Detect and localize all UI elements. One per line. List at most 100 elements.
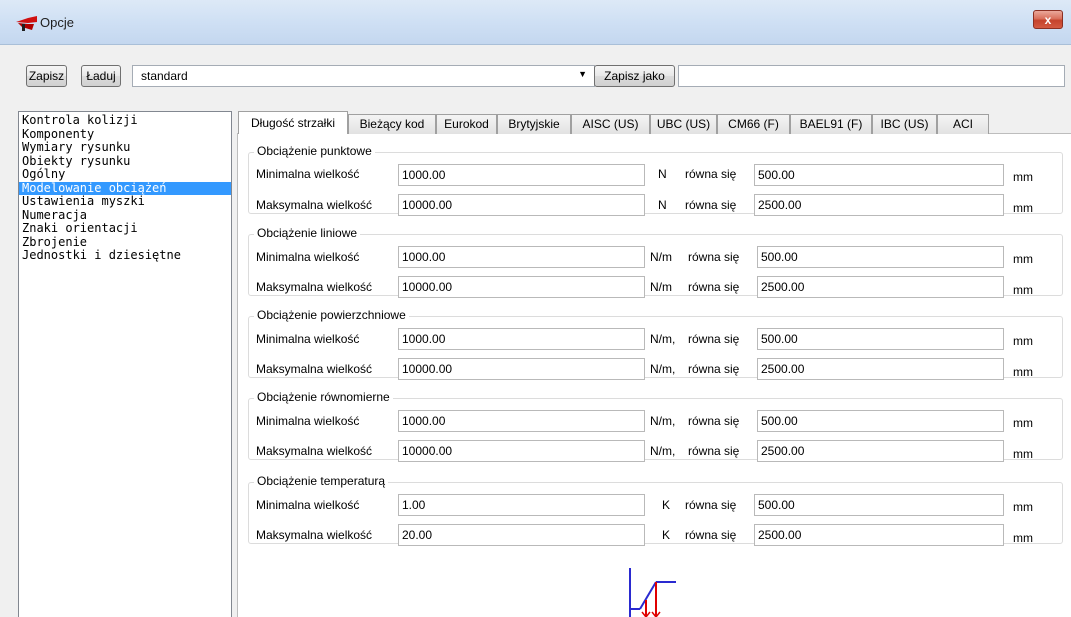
tab-aisc[interactable]: AISC (US) [571,114,650,134]
max-label: Maksymalna wielkość [256,280,373,294]
preset-select[interactable]: standard ▼ [132,65,595,87]
category-item-numbering[interactable]: Numeracja [19,208,231,223]
unit-label: N/m, [650,414,676,428]
tab-bael91[interactable]: BAEL91 (F) [790,114,872,134]
min-value-field[interactable]: 1000.00 [398,164,645,186]
group-title: Obciążenie punktowe [254,144,375,158]
close-icon: x [1044,13,1052,27]
group-title: Obciążenie równomierne [254,390,393,404]
mm-label: mm [1013,252,1033,266]
window-title: Opcje [40,15,74,30]
max-length-field[interactable]: 2500.00 [757,358,1004,380]
equals-label: równa się [688,444,740,458]
mm-label: mm [1013,283,1033,297]
unit-label: N/m, [650,362,676,376]
category-item-collision-control[interactable]: Kontrola kolizji [19,113,231,128]
min-length-field[interactable]: 500.00 [754,164,1004,186]
min-label: Minimalna wielkość [256,250,360,264]
chevron-down-icon: ▼ [578,69,587,79]
min-label: Minimalna wielkość [256,414,360,428]
category-item-load-modeling[interactable]: Modelowanie obciążeń [19,181,231,195]
category-item-units-decimals[interactable]: Jednostki i dziesiętne [19,248,231,263]
max-label: Maksymalna wielkość [256,198,373,212]
equals-label: równa się [688,332,740,346]
unit-label: K [662,498,671,512]
group-title: Obciążenie powierzchniowe [254,308,409,322]
equals-label: równa się [688,414,740,428]
unit-label: N [658,198,667,212]
max-length-field[interactable]: 2500.00 [757,440,1004,462]
max-length-field[interactable]: 2500.00 [754,524,1004,546]
save-button[interactable]: Zapisz [26,65,67,87]
max-value-field[interactable]: 10000.00 [398,194,645,216]
options-window: Opcje x Zapisz Ładuj standard ▼ Zapisz j… [0,0,1071,617]
min-length-field[interactable]: 500.00 [754,494,1004,516]
preset-select-value: standard [141,69,188,83]
group-title: Obciążenie liniowe [254,226,361,240]
tab-current-code[interactable]: Bieżący kod [348,114,436,134]
category-item-mouse-settings[interactable]: Ustawienia myszki [19,194,231,209]
equals-label: równa się [685,198,737,212]
max-value-field[interactable]: 10000.00 [398,276,645,298]
equals-label: równa się [685,498,737,512]
max-length-field[interactable]: 2500.00 [754,194,1004,216]
min-label: Minimalna wielkość [256,167,360,181]
category-item-components[interactable]: Komponenty [19,127,231,142]
min-label: Minimalna wielkość [256,498,360,512]
load-button[interactable]: Ładuj [81,65,121,87]
min-label: Minimalna wielkość [256,332,360,346]
tab-british[interactable]: Brytyjskie [497,114,571,134]
max-label: Maksymalna wielkość [256,528,373,542]
equals-label: równa się [688,250,740,264]
max-label: Maksymalna wielkość [256,362,373,376]
mm-label: mm [1013,365,1033,379]
close-button[interactable]: x [1033,10,1063,29]
equals-label: równa się [685,167,737,181]
toolbar: Zapisz Ładuj standard ▼ Zapisz jako [8,52,1068,102]
unit-label: N/m [650,280,672,294]
equals-label: równa się [688,280,740,294]
category-item-drawing-dimensions[interactable]: Wymiary rysunku [19,140,231,155]
mm-label: mm [1013,531,1033,545]
unit-label: N/m, [650,444,676,458]
min-length-field[interactable]: 500.00 [757,410,1004,432]
max-length-field[interactable]: 2500.00 [757,276,1004,298]
max-value-field[interactable]: 10000.00 [398,358,645,380]
save-as-name-input[interactable] [678,65,1065,87]
unit-label: N [658,167,667,181]
min-value-field[interactable]: 1.00 [398,494,645,516]
mm-label: mm [1013,500,1033,514]
title-bar[interactable]: Opcje x [0,0,1071,45]
mm-label: mm [1013,201,1033,215]
mm-label: mm [1013,334,1033,348]
min-value-field[interactable]: 1000.00 [398,328,645,350]
max-label: Maksymalna wielkość [256,444,373,458]
max-value-field[interactable]: 20.00 [398,524,645,546]
category-item-drawing-objects[interactable]: Obiekty rysunku [19,154,231,169]
tab-cm66[interactable]: CM66 (F) [717,114,790,134]
unit-label: N/m [650,250,672,264]
mm-label: mm [1013,447,1033,461]
tab-aci[interactable]: ACI [937,114,989,134]
equals-label: równa się [685,528,737,542]
mm-label: mm [1013,416,1033,430]
equals-label: równa się [688,362,740,376]
max-value-field[interactable]: 10000.00 [398,440,645,462]
unit-label: N/m, [650,332,676,346]
tab-ubc[interactable]: UBC (US) [650,114,717,134]
min-value-field[interactable]: 1000.00 [398,246,645,268]
group-title: Obciążenie temperaturą [254,474,389,488]
tab-arrow-length[interactable]: Długość strzałki [238,111,348,134]
category-item-orientation-marks[interactable]: Znaki orientacji [19,221,231,236]
min-value-field[interactable]: 1000.00 [398,410,645,432]
category-item-reinforcement[interactable]: Zbrojenie [19,235,231,250]
category-item-general[interactable]: Ogólny [19,167,231,182]
arrow-length-preview-icon [629,568,676,617]
tab-ibc[interactable]: IBC (US) [872,114,937,134]
min-length-field[interactable]: 500.00 [757,246,1004,268]
save-as-button[interactable]: Zapisz jako [594,65,675,87]
category-list[interactable]: Kontrola kolizji Komponenty Wymiary rysu… [18,111,232,617]
min-length-field[interactable]: 500.00 [757,328,1004,350]
mm-label: mm [1013,170,1033,184]
tab-eurocode[interactable]: Eurokod [436,114,497,134]
